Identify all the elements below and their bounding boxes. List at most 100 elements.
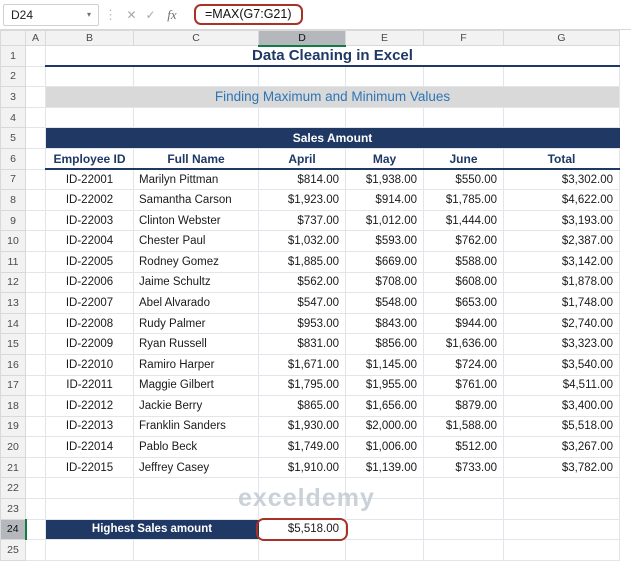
cell-D7[interactable]: $814.00 [258, 169, 346, 191]
cell-A4[interactable] [25, 107, 46, 129]
column-header-G[interactable]: G [503, 30, 620, 46]
cell-D15[interactable]: $831.00 [258, 333, 346, 355]
cell-G16[interactable]: $3,540.00 [503, 354, 620, 376]
cell-F13[interactable]: $653.00 [423, 292, 504, 314]
cell-E4[interactable] [345, 107, 424, 129]
cell-A20[interactable] [25, 436, 46, 458]
cell-D19[interactable]: $1,930.00 [258, 416, 346, 438]
cell-E12[interactable]: $708.00 [345, 272, 424, 294]
cell-G25[interactable] [503, 539, 620, 561]
table-column-header-0[interactable]: Employee ID [45, 148, 134, 171]
row-header-23[interactable]: 23 [0, 498, 26, 520]
row-header-10[interactable]: 10 [0, 230, 26, 252]
sheet-title[interactable]: Data Cleaning in Excel [45, 45, 620, 68]
table-column-header-3[interactable]: May [345, 148, 424, 171]
cell-A3[interactable] [25, 86, 46, 108]
cell-F10[interactable]: $762.00 [423, 230, 504, 252]
cell-G11[interactable]: $3,142.00 [503, 251, 620, 273]
cell-F8[interactable]: $1,785.00 [423, 189, 504, 211]
cell-B2[interactable] [45, 66, 134, 88]
cell-F7[interactable]: $550.00 [423, 169, 504, 191]
cell-E20[interactable]: $1,006.00 [345, 436, 424, 458]
cell-D10[interactable]: $1,032.00 [258, 230, 346, 252]
highest-sales-label[interactable]: Highest Sales amount [45, 519, 259, 541]
name-box[interactable]: D24 ▾ [3, 3, 99, 26]
cell-G23[interactable] [503, 498, 620, 520]
cell-E17[interactable]: $1,955.00 [345, 375, 424, 397]
cell-E22[interactable] [345, 477, 424, 500]
cell-D9[interactable]: $737.00 [258, 210, 346, 232]
cell-A25[interactable] [25, 539, 46, 561]
cell-G17[interactable]: $4,511.00 [503, 375, 620, 397]
cell-D14[interactable]: $953.00 [258, 313, 346, 335]
cell-C16[interactable]: Ramiro Harper [133, 354, 259, 376]
cell-C11[interactable]: Rodney Gomez [133, 251, 259, 273]
cell-A5[interactable] [25, 127, 46, 149]
row-header-5[interactable]: 5 [0, 127, 26, 149]
cell-F24[interactable] [423, 519, 504, 541]
cell-G20[interactable]: $3,267.00 [503, 436, 620, 458]
row-header-8[interactable]: 8 [0, 189, 26, 211]
cell-D20[interactable]: $1,749.00 [258, 436, 346, 458]
cell-A17[interactable] [25, 375, 46, 397]
cell-B19[interactable]: ID-22013 [45, 416, 134, 438]
row-header-6[interactable]: 6 [0, 147, 26, 170]
row-header-11[interactable]: 11 [0, 250, 26, 273]
cell-D25[interactable] [258, 539, 346, 561]
row-header-19[interactable]: 19 [0, 415, 26, 438]
column-header-B[interactable]: B [45, 30, 134, 46]
enter-button[interactable]: ✓ [141, 8, 160, 22]
cell-D11[interactable]: $1,885.00 [258, 251, 346, 273]
cell-A15[interactable] [25, 333, 46, 355]
cell-C25[interactable] [133, 539, 259, 561]
table-title-band[interactable]: Sales Amount [45, 127, 620, 149]
formula-input[interactable]: =MAX(G7:G21) [184, 0, 631, 29]
cell-E8[interactable]: $914.00 [345, 189, 424, 211]
column-header-C[interactable]: C [133, 30, 259, 46]
cell-E18[interactable]: $1,656.00 [345, 395, 424, 417]
table-column-header-1[interactable]: Full Name [133, 148, 259, 171]
cell-E24[interactable] [345, 519, 424, 541]
cell-G8[interactable]: $4,622.00 [503, 189, 620, 211]
cell-D2[interactable] [258, 66, 346, 88]
cell-F9[interactable]: $1,444.00 [423, 210, 504, 232]
cell-E2[interactable] [345, 66, 424, 88]
row-header-15[interactable]: 15 [0, 333, 26, 355]
cell-F2[interactable] [423, 66, 504, 88]
cell-A21[interactable] [25, 457, 46, 479]
cell-C4[interactable] [133, 107, 259, 129]
cell-D21[interactable]: $1,910.00 [258, 457, 346, 479]
cell-F12[interactable]: $608.00 [423, 272, 504, 294]
cell-A2[interactable] [25, 66, 46, 88]
cell-F4[interactable] [423, 107, 504, 129]
cell-A12[interactable] [25, 272, 46, 294]
sheet-subtitle[interactable]: Finding Maximum and Minimum Values [45, 86, 620, 108]
cell-D13[interactable]: $547.00 [258, 292, 346, 314]
cell-D12[interactable]: $562.00 [258, 272, 346, 294]
cell-F19[interactable]: $1,588.00 [423, 416, 504, 438]
cell-E23[interactable] [345, 498, 424, 520]
cell-A9[interactable] [25, 210, 46, 232]
insert-function-button[interactable]: fx [160, 7, 184, 23]
cell-G13[interactable]: $1,748.00 [503, 292, 620, 314]
cell-G24[interactable] [503, 519, 620, 541]
cell-G10[interactable]: $2,387.00 [503, 230, 620, 252]
cancel-button[interactable]: ✕ [122, 8, 141, 22]
cell-D4[interactable] [258, 107, 346, 129]
cell-F16[interactable]: $724.00 [423, 354, 504, 376]
cell-A18[interactable] [25, 395, 46, 417]
cell-B10[interactable]: ID-22004 [45, 230, 134, 252]
cell-C2[interactable] [133, 66, 259, 88]
cell-D22[interactable] [258, 477, 346, 500]
cell-F23[interactable] [423, 498, 504, 520]
row-header-13[interactable]: 13 [0, 292, 26, 314]
cell-G4[interactable] [503, 107, 620, 129]
row-header-21[interactable]: 21 [0, 456, 26, 479]
cell-A14[interactable] [25, 313, 46, 335]
cell-D18[interactable]: $865.00 [258, 395, 346, 417]
row-header-18[interactable]: 18 [0, 395, 26, 417]
cell-G7[interactable]: $3,302.00 [503, 169, 620, 191]
column-header-E[interactable]: E [345, 30, 424, 46]
cell-D23[interactable] [258, 498, 346, 520]
cell-B17[interactable]: ID-22011 [45, 375, 134, 397]
